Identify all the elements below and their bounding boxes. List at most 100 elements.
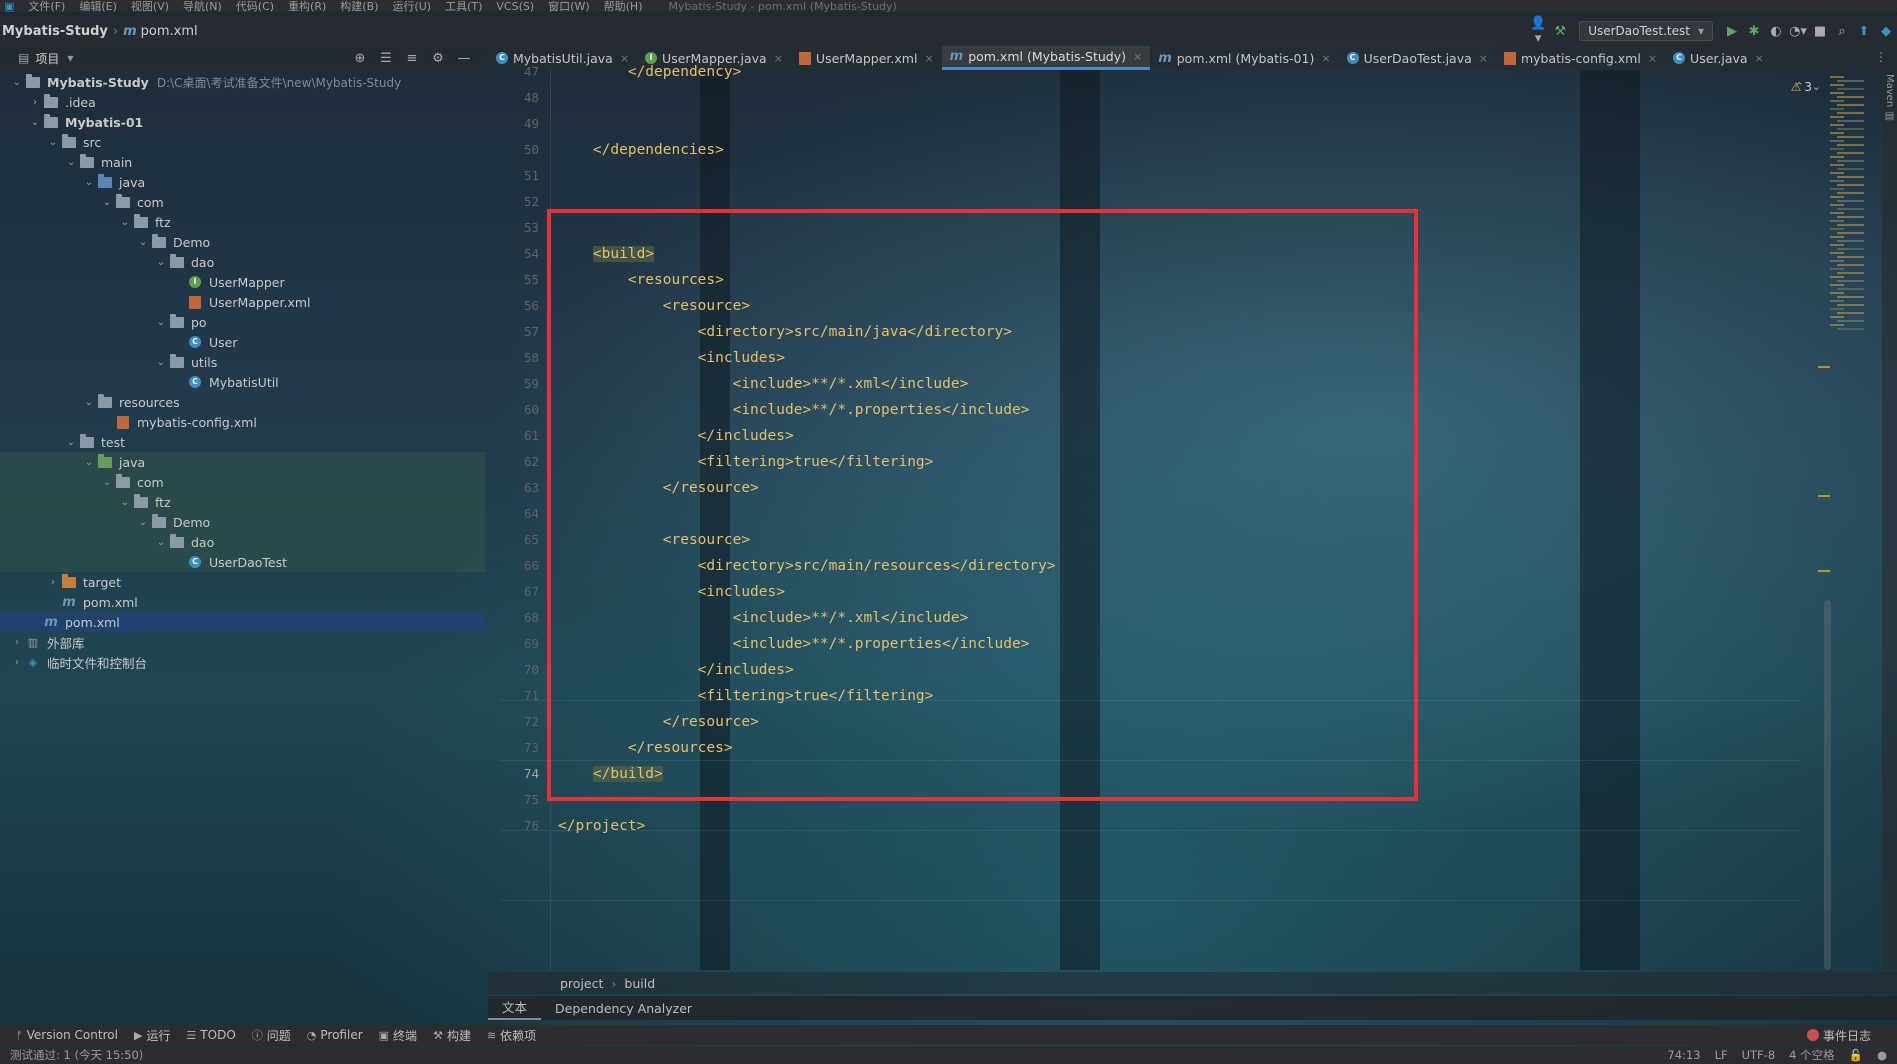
tool-window-button[interactable]: ☰ TODO (186, 1028, 235, 1042)
tool-window-button[interactable]: ᚠ Version Control (16, 1028, 118, 1042)
tree-item[interactable]: ⌄ com (0, 192, 485, 212)
tree-item[interactable]: mybatis-config.xml (0, 412, 485, 432)
chevron-down-icon[interactable]: ⌄ (82, 457, 96, 468)
more-icon[interactable]: ⋮ (1875, 50, 1887, 64)
chevron-right-icon[interactable]: › (28, 97, 42, 108)
coverage-icon[interactable]: ◐ (1765, 24, 1787, 39)
chevron-down-icon[interactable]: ⌄ (64, 157, 78, 168)
tool-window-button[interactable]: ▣ 终端 (379, 1027, 417, 1044)
menu-item[interactable]: 窗口(W) (548, 0, 589, 12)
tree-item[interactable]: ⌄ Demo (0, 512, 485, 532)
chevron-down-icon[interactable]: ⌄ (100, 197, 114, 208)
close-icon[interactable]: × (1133, 50, 1142, 63)
tree-item[interactable]: ⌄ Mybatis-01 (0, 112, 485, 132)
notifications-icon[interactable]: ● (1877, 1048, 1887, 1062)
hammer-icon[interactable]: ⚒ (1549, 24, 1571, 39)
tree-item[interactable]: m pom.xml (0, 612, 485, 632)
menu-item[interactable]: VCS(S) (496, 0, 534, 12)
warning-nav-arrows[interactable]: ⌃⌄ (1795, 80, 1829, 93)
gear-icon[interactable]: ⚙ (425, 51, 451, 66)
editor-tab[interactable]: C UserDaoTest.java × (1339, 46, 1496, 70)
menu-item[interactable]: 文件(F) (28, 0, 65, 12)
tree-item[interactable]: ⌄ Demo (0, 232, 485, 252)
tree-item[interactable]: ⌄ src (0, 132, 485, 152)
tree-item[interactable]: › target (0, 572, 485, 592)
tool-window-button[interactable]: ⚒ 构建 (433, 1027, 471, 1044)
tree-item[interactable]: ⌄ utils (0, 352, 485, 372)
code-line[interactable]: </dependencies> (558, 138, 724, 162)
tree-item[interactable]: ⌄ ftz (0, 492, 485, 512)
status-message[interactable]: 测试通过: 1 (今天 15:50) (10, 1047, 143, 1063)
chevron-down-icon[interactable]: ⌄ (64, 437, 78, 448)
tree-item[interactable]: m pom.xml (0, 592, 485, 612)
tree-item[interactable]: ⌄ main (0, 152, 485, 172)
close-icon[interactable]: × (774, 52, 783, 65)
menu-item[interactable]: 导航(N) (183, 0, 222, 12)
maven-tool-tab[interactable]: Maven (1884, 74, 1895, 107)
tree-item[interactable]: ⌄ java (0, 172, 485, 192)
chevron-down-icon[interactable]: ⌄ (118, 497, 132, 508)
update-icon[interactable]: ⬆ (1853, 24, 1875, 39)
tool-window-button[interactable]: ▶ 运行 (134, 1027, 170, 1044)
editor-tab[interactable]: C User.java × (1665, 46, 1772, 70)
event-log-button[interactable]: 事件日志 (1806, 1025, 1871, 1045)
chevron-right-icon[interactable]: › (10, 637, 24, 648)
collapse-all-icon[interactable]: ≡ (399, 51, 425, 66)
tree-item[interactable]: › ◈ 临时文件和控制台 (0, 652, 485, 672)
tree-item[interactable]: ⌄ ftz (0, 212, 485, 232)
user-icon[interactable]: 👤▾ (1527, 16, 1549, 46)
chevron-down-icon[interactable]: ⌄ (154, 317, 168, 328)
locate-icon[interactable]: ⊕ (347, 51, 373, 66)
chevron-down-icon[interactable]: ⌄ (136, 237, 150, 248)
chevron-down-icon[interactable]: ⌄ (100, 477, 114, 488)
chevron-down-icon[interactable]: ⌄ (154, 537, 168, 548)
tab-text[interactable]: 文本 (488, 997, 542, 1020)
profile-icon[interactable]: ◔▾ (1787, 24, 1809, 39)
menu-item[interactable]: 运行(U) (392, 0, 431, 12)
chevron-down-icon[interactable]: ▾ (67, 51, 73, 65)
hide-icon[interactable]: — (451, 51, 477, 66)
database-tool-tab[interactable]: ▤ (1884, 111, 1895, 122)
search-icon[interactable]: ⌕ (1831, 24, 1853, 39)
chevron-down-icon[interactable]: ⌄ (154, 257, 168, 268)
code-minimap[interactable] (1830, 76, 1876, 336)
debug-icon[interactable]: ✱ (1743, 24, 1765, 39)
close-icon[interactable]: × (1479, 52, 1488, 65)
editor-tab[interactable]: m pom.xml (Mybatis-Study) × (941, 46, 1151, 70)
nav-file[interactable]: pom.xml (141, 24, 198, 39)
chevron-down-icon[interactable]: ⌄ (82, 397, 96, 408)
file-encoding[interactable]: UTF-8 (1742, 1048, 1776, 1062)
editor-scrollbar[interactable] (1824, 600, 1831, 970)
close-icon[interactable]: × (924, 52, 933, 65)
tree-item[interactable]: I UserMapper (0, 272, 485, 292)
ide-logo-icon[interactable]: ◆ (1875, 24, 1897, 39)
chevron-down-icon[interactable]: ⌄ (82, 177, 96, 188)
chevron-down-icon[interactable]: ⌄ (118, 217, 132, 228)
tree-item[interactable]: ⌄ dao (0, 532, 485, 552)
menu-item[interactable]: 帮助(H) (604, 0, 643, 12)
code-line[interactable]: </project> (558, 814, 645, 838)
tool-window-button[interactable]: ≋ 依赖项 (487, 1027, 536, 1044)
run-icon[interactable]: ▶ (1721, 24, 1743, 39)
tab-dependency-analyzer[interactable]: Dependency Analyzer (541, 1001, 706, 1016)
menu-item[interactable]: 工具(T) (445, 0, 482, 12)
code-line[interactable]: </dependency> (558, 60, 742, 84)
tool-window-button[interactable]: ◔ Profiler (307, 1028, 363, 1042)
editor-tab[interactable]: mybatis-config.xml × (1496, 46, 1665, 70)
tree-item[interactable]: ⌄ java (0, 452, 485, 472)
breadcrumb-project[interactable]: project (560, 976, 603, 991)
breadcrumb-build[interactable]: build (624, 976, 655, 991)
chevron-down-icon[interactable]: ⌄ (10, 77, 24, 88)
tree-item[interactable]: C User (0, 332, 485, 352)
stop-icon[interactable]: ■ (1809, 24, 1831, 39)
expand-all-icon[interactable]: ☰ (373, 51, 399, 66)
indent-setting[interactable]: 4 个空格 (1789, 1047, 1834, 1063)
tree-item[interactable]: ⌄ resources (0, 392, 485, 412)
close-icon[interactable]: × (1648, 52, 1657, 65)
chevron-right-icon[interactable]: › (10, 657, 24, 668)
menu-item[interactable]: 重构(R) (288, 0, 326, 12)
menu-item[interactable]: 编辑(E) (79, 0, 117, 12)
menu-item[interactable]: 视图(V) (131, 0, 169, 12)
tool-window-button[interactable]: ⓘ 问题 (252, 1027, 291, 1044)
tree-item[interactable]: C MybatisUtil (0, 372, 485, 392)
